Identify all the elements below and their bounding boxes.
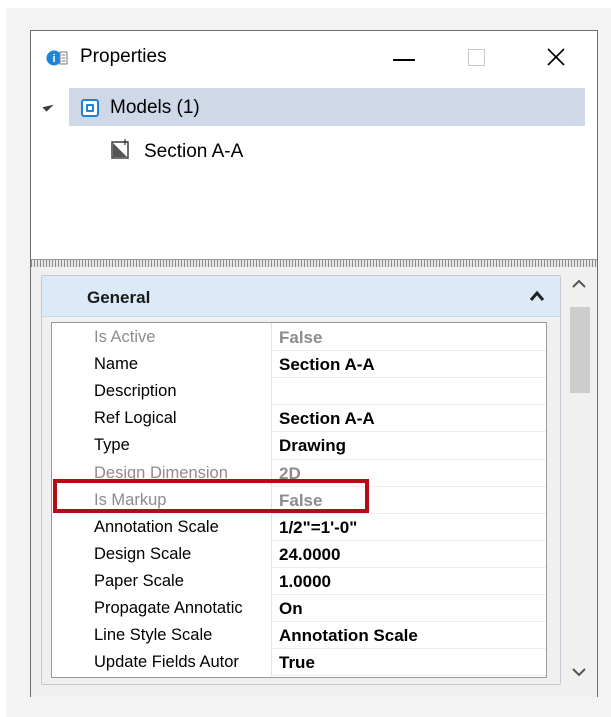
property-name: Annotation Scale xyxy=(94,517,219,536)
property-row[interactable]: Line Style Scale Annotation Scale xyxy=(52,622,546,649)
expand-triangle-icon[interactable] xyxy=(42,100,54,112)
property-value[interactable]: 24.0000 xyxy=(279,545,340,565)
pane-splitter[interactable] xyxy=(31,260,597,267)
property-row[interactable]: Ref Logical Section A-A xyxy=(52,405,546,432)
property-row[interactable]: Description xyxy=(52,378,546,405)
property-name: Update Fields Autor xyxy=(94,653,239,672)
property-name: Type xyxy=(94,436,130,455)
property-value[interactable]: On xyxy=(279,599,303,619)
property-name: Paper Scale xyxy=(94,571,184,590)
maximize-button[interactable] xyxy=(451,39,501,79)
property-value[interactable]: Annotation Scale xyxy=(279,626,418,646)
row-divider xyxy=(271,675,546,677)
property-value[interactable]: Section A-A xyxy=(279,355,375,375)
svg-text:i: i xyxy=(52,53,55,65)
close-icon xyxy=(547,48,565,66)
property-name: Name xyxy=(94,355,139,374)
property-value[interactable]: Section A-A xyxy=(279,409,375,429)
scroll-thumb[interactable] xyxy=(570,307,590,393)
window-title: Properties xyxy=(80,46,167,67)
property-row[interactable]: Type Drawing xyxy=(52,432,546,459)
scroll-down-icon[interactable] xyxy=(570,665,588,679)
tree-item-models-label: Models (1) xyxy=(110,97,200,118)
property-row[interactable]: Is Active False xyxy=(52,324,546,351)
collapse-chevron-icon[interactable] xyxy=(528,289,546,303)
property-name: Is Active xyxy=(94,328,156,346)
drawing-model-icon xyxy=(111,139,129,159)
tree-item-section-label[interactable]: Section A-A xyxy=(144,141,243,163)
annotation-scale-highlight xyxy=(53,479,369,513)
property-name: Propagate Annotatic xyxy=(94,599,243,617)
property-row[interactable]: Update Fields Autor True xyxy=(52,649,546,676)
close-button[interactable] xyxy=(531,39,581,79)
title-bar[interactable]: i Properties xyxy=(31,31,597,83)
vertical-scrollbar[interactable] xyxy=(561,267,597,697)
models-icon xyxy=(81,99,99,117)
scroll-up-icon[interactable] xyxy=(570,277,588,291)
property-name: Design Scale xyxy=(94,544,192,563)
property-name: Ref Logical xyxy=(94,409,177,428)
properties-window: i Properties Models (1) Section A-A Gene… xyxy=(30,30,598,697)
property-name: Description xyxy=(94,382,177,401)
group-header[interactable]: General xyxy=(42,276,560,317)
model-tree: Models (1) Section A-A xyxy=(31,83,597,260)
property-value[interactable]: True xyxy=(279,653,315,673)
property-row[interactable]: Name Section A-A xyxy=(52,351,546,378)
property-row[interactable]: Design Scale 24.0000 xyxy=(52,541,546,568)
property-value[interactable]: 1/2"=1'-0" xyxy=(279,518,357,538)
property-name: Line Style Scale xyxy=(94,626,213,645)
property-value[interactable]: Drawing xyxy=(279,436,346,456)
group-title: General xyxy=(87,288,151,307)
minimize-button[interactable] xyxy=(379,39,429,79)
property-row[interactable]: Propagate Annotatic On xyxy=(52,595,546,622)
property-value[interactable]: 1.0000 xyxy=(279,572,331,592)
property-value[interactable]: False xyxy=(279,328,322,348)
property-row[interactable]: Annotation Scale 1/2"=1'-0" xyxy=(52,514,546,541)
properties-icon: i xyxy=(46,50,68,66)
property-row[interactable]: Paper Scale 1.0000 xyxy=(52,568,546,595)
